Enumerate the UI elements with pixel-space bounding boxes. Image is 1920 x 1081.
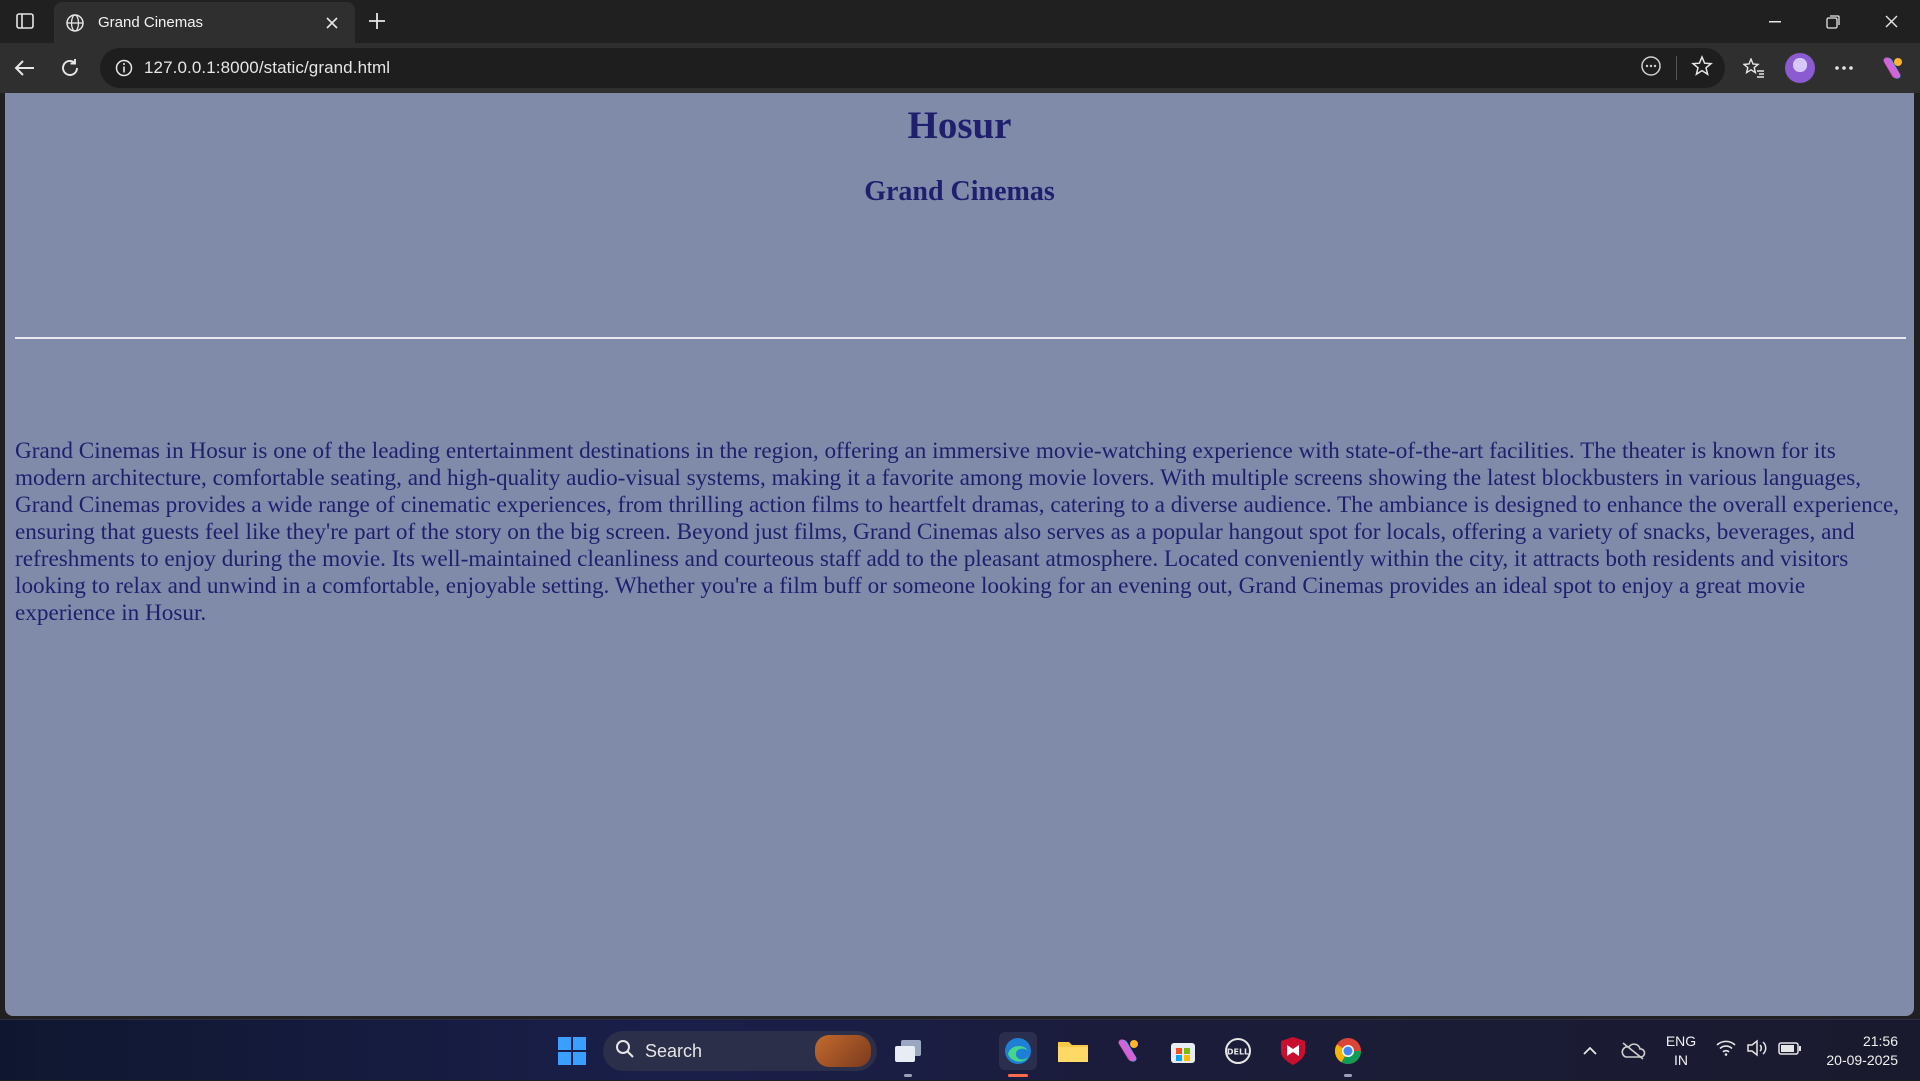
page-viewport: Hosur Grand Cinemas Grand Cinemas in Hos… bbox=[5, 93, 1914, 1016]
battery-icon bbox=[1778, 1040, 1802, 1061]
language-code: ENG bbox=[1665, 1032, 1697, 1049]
clock-time: 21:56 bbox=[1862, 1032, 1898, 1049]
address-bar[interactable]: 127.0.0.1:8000/static/grand.html bbox=[100, 48, 1725, 88]
clock-date: 20-09-2025 bbox=[1826, 1051, 1898, 1068]
new-tab-button[interactable] bbox=[362, 8, 392, 34]
running-indicator bbox=[1344, 1074, 1352, 1077]
window-controls bbox=[1746, 0, 1920, 43]
favorite-star-icon[interactable] bbox=[1691, 54, 1713, 82]
search-label: Search bbox=[645, 1040, 703, 1061]
reading-mode-icon[interactable] bbox=[1640, 55, 1662, 82]
dell-icon[interactable]: DELL bbox=[1219, 1032, 1257, 1070]
region-code: IN bbox=[1674, 1051, 1688, 1068]
chrome-icon[interactable] bbox=[1329, 1032, 1367, 1077]
divider bbox=[15, 337, 1906, 339]
refresh-icon[interactable] bbox=[54, 52, 86, 84]
restore-icon[interactable] bbox=[1804, 0, 1862, 43]
separator bbox=[1676, 56, 1677, 80]
taskbar: Search DELL ENG IN 21:56 20-09-2025 bbox=[0, 1019, 1920, 1080]
start-button[interactable] bbox=[553, 1032, 591, 1070]
edge-browser-icon[interactable] bbox=[999, 1032, 1037, 1077]
minimize-icon[interactable] bbox=[1746, 0, 1804, 43]
description-paragraph: Grand Cinemas in Hosur is one of the lea… bbox=[15, 438, 1900, 626]
volume-icon bbox=[1746, 1039, 1768, 1062]
close-icon[interactable] bbox=[321, 12, 343, 34]
show-hidden-icons[interactable] bbox=[1582, 1020, 1598, 1081]
taskbar-search[interactable]: Search bbox=[603, 1031, 877, 1071]
wifi-icon bbox=[1716, 1040, 1736, 1061]
search-icon bbox=[615, 1039, 635, 1064]
back-arrow-icon[interactable] bbox=[8, 52, 40, 84]
url-text[interactable]: 127.0.0.1:8000/static/grand.html bbox=[144, 58, 390, 78]
copilot-icon[interactable] bbox=[1876, 52, 1908, 84]
running-indicator bbox=[904, 1074, 912, 1077]
tab-actions-icon[interactable] bbox=[10, 8, 40, 34]
file-explorer-icon[interactable] bbox=[1054, 1032, 1092, 1070]
mcafee-icon[interactable] bbox=[1274, 1032, 1312, 1070]
globe-icon bbox=[64, 12, 86, 34]
tab-title: Grand Cinemas bbox=[98, 14, 204, 31]
favorites-icon[interactable] bbox=[1738, 52, 1770, 84]
search-highlight-image bbox=[815, 1035, 871, 1067]
store-icon[interactable] bbox=[1164, 1032, 1202, 1070]
tab-strip: Grand Cinemas bbox=[0, 0, 1920, 43]
profile-avatar[interactable] bbox=[1785, 53, 1815, 83]
site-info-icon[interactable] bbox=[104, 59, 144, 77]
task-view-icon[interactable] bbox=[889, 1032, 927, 1077]
browser-toolbar: 127.0.0.1:8000/static/grand.html bbox=[0, 43, 1920, 93]
clock[interactable]: 21:56 20-09-2025 bbox=[1812, 1020, 1898, 1081]
onedrive-offline-icon[interactable] bbox=[1620, 1020, 1646, 1081]
page-subtitle: Grand Cinemas bbox=[864, 176, 1055, 207]
close-window-icon[interactable] bbox=[1862, 0, 1920, 43]
quick-settings[interactable] bbox=[1716, 1020, 1802, 1081]
active-indicator bbox=[1008, 1074, 1028, 1077]
page-title: Hosur bbox=[907, 104, 1012, 147]
language-indicator[interactable]: ENG IN bbox=[1662, 1020, 1700, 1081]
windows-logo-icon bbox=[558, 1037, 586, 1065]
svg-text:DELL: DELL bbox=[1227, 1048, 1249, 1057]
copilot-app-icon[interactable] bbox=[1109, 1032, 1147, 1070]
more-options-icon[interactable] bbox=[1828, 52, 1860, 84]
tab-grand-cinemas[interactable]: Grand Cinemas bbox=[54, 2, 355, 43]
